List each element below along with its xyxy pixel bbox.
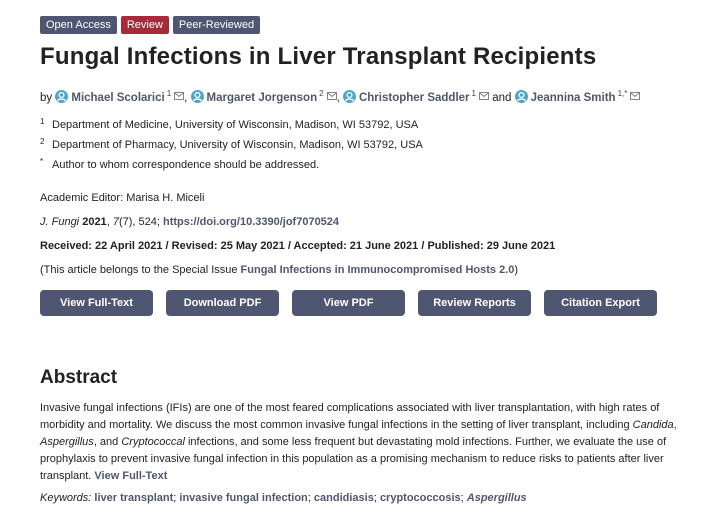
- view-pdf-button[interactable]: View PDF: [292, 290, 405, 316]
- keyword-link[interactable]: cryptococcosis: [380, 492, 461, 504]
- special-issue-suffix: ): [514, 264, 519, 276]
- peer-reviewed-badge[interactable]: Peer-Reviewed: [172, 16, 261, 34]
- envelope-icon[interactable]: [326, 88, 337, 106]
- envelope-icon[interactable]: [630, 88, 641, 106]
- affiliation-item: 1 Department of Medicine, University of …: [40, 115, 690, 135]
- review-badge[interactable]: Review: [120, 16, 169, 34]
- badge-row: Open Access Review Peer-Reviewed: [40, 16, 690, 34]
- abstract-sep: , and: [93, 436, 122, 448]
- affiliation-text: Department of Medicine, University of Wi…: [52, 119, 419, 131]
- person-icon: [514, 90, 528, 103]
- journal-name: J. Fungi: [40, 216, 80, 228]
- article-title: Fungal Infections in Liver Transplant Re…: [40, 43, 597, 70]
- review-reports-button[interactable]: Review Reports: [418, 290, 531, 316]
- author-name[interactable]: Michael Scolarici: [71, 92, 164, 104]
- abstract-sep: ,: [673, 419, 677, 431]
- affiliation-text: Department of Pharmacy, University of Wi…: [52, 139, 423, 151]
- doi-link[interactable]: https://doi.org/10.3390/jof7070524: [163, 216, 339, 228]
- term-cryptococcal: Cryptococcal: [121, 436, 185, 448]
- affiliation-list: 1 Department of Medicine, University of …: [40, 115, 690, 175]
- keyword-link[interactable]: Aspergillus: [467, 492, 527, 504]
- author-name[interactable]: Jeannina Smith: [531, 92, 616, 104]
- keywords-line: Keywords: liver transplant; invasive fun…: [40, 492, 690, 504]
- author-3[interactable]: Christopher Saddler 1: [342, 89, 489, 104]
- view-full-text-button[interactable]: View Full-Text: [40, 290, 153, 316]
- term-candida: Candida: [632, 419, 674, 431]
- affiliation-number: 1: [40, 117, 45, 126]
- person-icon: [342, 90, 356, 103]
- citation-export-button[interactable]: Citation Export: [544, 290, 657, 316]
- abstract-part-1: Invasive fungal infections (IFIs) are on…: [40, 402, 660, 431]
- author-affil-sup: 1: [166, 89, 172, 98]
- special-issue-link[interactable]: Fungal Infections in Immunocompromised H…: [241, 264, 515, 276]
- by-label: by: [40, 92, 53, 104]
- academic-editor: Academic Editor: Marisa H. Miceli: [40, 192, 205, 204]
- and-label: and: [492, 92, 512, 104]
- affiliation-item: * Author to whom correspondence should b…: [40, 155, 690, 175]
- author-separator: ,: [336, 92, 340, 104]
- citation-issue-pages: (7), 524;: [118, 216, 163, 228]
- special-issue-line: (This article belongs to the Special Iss…: [40, 264, 690, 276]
- author-affil-sup: 1: [471, 89, 476, 98]
- person-icon: [190, 90, 204, 103]
- publication-dates: Received: 22 April 2021 / Revised: 25 Ma…: [40, 240, 556, 252]
- keyword-link[interactable]: candidiasis: [314, 492, 374, 504]
- author-1[interactable]: Michael Scolarici 1: [55, 89, 185, 104]
- action-button-row: View Full-Text Download PDF View PDF Rev…: [40, 290, 690, 316]
- affiliation-item: 2 Department of Pharmacy, University of …: [40, 135, 690, 155]
- author-separator: ,: [184, 92, 188, 104]
- citation-year: 2021: [82, 216, 107, 228]
- term-aspergillus: Aspergillus: [40, 436, 94, 448]
- author-name[interactable]: Christopher Saddler: [359, 92, 470, 104]
- envelope-icon[interactable]: [479, 88, 489, 106]
- abstract-full-text-link[interactable]: View Full-Text: [94, 470, 167, 482]
- author-4[interactable]: Jeannina Smith 1,*: [514, 89, 641, 104]
- affiliation-number: *: [40, 157, 44, 166]
- author-affil-sup: 1,*: [617, 89, 628, 98]
- author-2[interactable]: Margaret Jorgenson 2: [190, 89, 337, 104]
- author-name[interactable]: Margaret Jorgenson: [207, 92, 318, 104]
- affiliation-number: 2: [40, 137, 45, 146]
- abstract-heading: Abstract: [40, 367, 118, 388]
- envelope-icon[interactable]: [174, 88, 185, 106]
- author-list: by Michael Scolarici 1, Margaret Jorgenso…: [40, 85, 690, 107]
- article-page: Open Access Review Peer-Reviewed Fungal …: [40, 16, 690, 504]
- open-access-badge[interactable]: Open Access: [40, 16, 117, 34]
- citation-line: J. Fungi 2021, 7(7), 524; https://doi.or…: [40, 216, 340, 228]
- keyword-link[interactable]: liver transplant: [94, 492, 173, 504]
- keyword-link[interactable]: invasive fungal infection: [179, 492, 307, 504]
- affiliation-text: Author to whom correspondence should be …: [52, 159, 320, 171]
- keywords-label: Keywords:: [40, 492, 92, 504]
- download-pdf-button[interactable]: Download PDF: [166, 290, 279, 316]
- person-icon: [55, 90, 69, 103]
- special-issue-prefix: (This article belongs to the Special Iss…: [40, 264, 241, 276]
- abstract-text: Invasive fungal infections (IFIs) are on…: [40, 400, 685, 485]
- author-affil-sup: 2: [319, 89, 324, 98]
